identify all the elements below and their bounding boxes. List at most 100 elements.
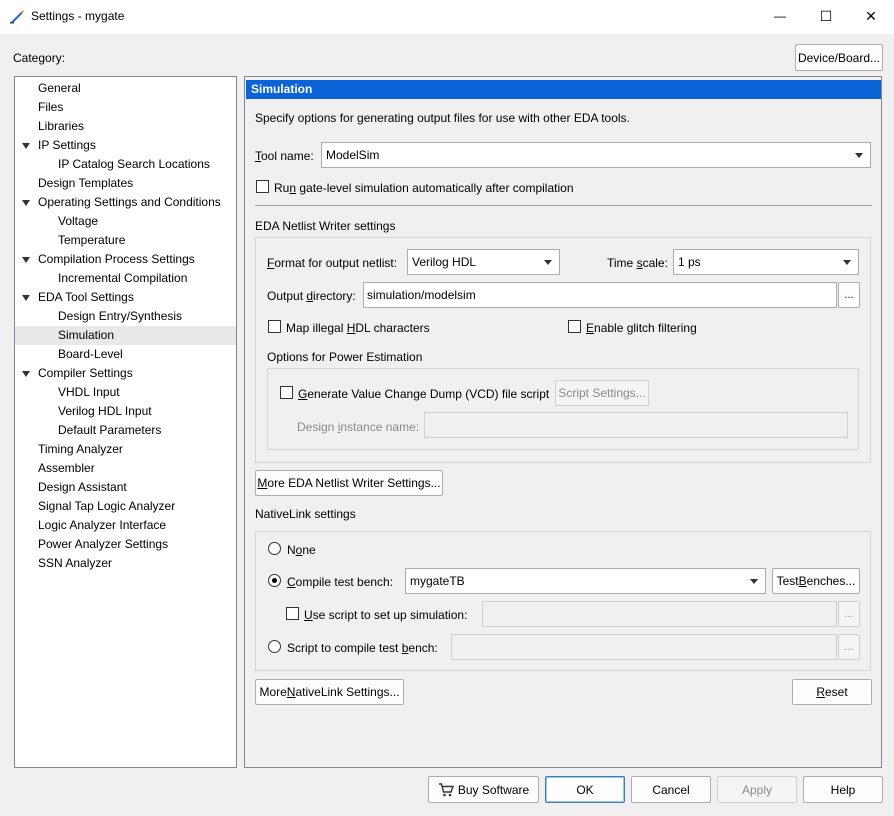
use-script-input[interactable]: [482, 601, 837, 627]
tree-item[interactable]: Design Entry/Synthesis: [15, 307, 236, 326]
tree-item[interactable]: Incremental Compilation: [15, 269, 236, 288]
tree-item[interactable]: Operating Settings and Conditions: [15, 193, 236, 212]
cancel-button[interactable]: Cancel: [631, 776, 711, 803]
more-nativelink-settings-button[interactable]: More NativeLink Settings...: [255, 679, 404, 705]
tree-item-label: Voltage: [58, 214, 99, 228]
tree-item-label: Temperature: [58, 233, 126, 247]
ok-button[interactable]: OK: [545, 776, 625, 803]
tree-item-label: IP Catalog Search Locations: [58, 157, 210, 171]
script-compile-radio[interactable]: [268, 640, 281, 653]
tree-item[interactable]: Power Analyzer Settings: [15, 535, 236, 554]
tool-name-value: ModelSim: [326, 148, 380, 162]
use-script-label: Use script to set up simulation:: [304, 608, 468, 622]
tree-item[interactable]: Board-Level: [15, 345, 236, 364]
expand-arrow-icon[interactable]: [22, 371, 30, 377]
close-button[interactable]: ✕: [848, 0, 894, 32]
time-scale-select[interactable]: 1 ps: [673, 249, 859, 275]
chevron-down-icon: [544, 260, 552, 265]
tree-item-label: Files: [38, 100, 64, 114]
none-radio[interactable]: [268, 542, 281, 555]
tree-item[interactable]: Temperature: [15, 231, 236, 250]
tree-item-label: Libraries: [38, 119, 85, 133]
tree-item[interactable]: Timing Analyzer: [15, 440, 236, 459]
chevron-down-icon: [843, 260, 851, 265]
enable-glitch-checkbox[interactable]: [568, 320, 581, 333]
test-bench-value: mygateTB: [410, 574, 465, 588]
expand-arrow-icon[interactable]: [22, 257, 30, 263]
tree-item[interactable]: Verilog HDL Input: [15, 402, 236, 421]
run-gate-level-checkbox[interactable]: [256, 180, 269, 193]
tree-item[interactable]: Design Templates: [15, 174, 236, 193]
tree-item-label: Compiler Settings: [38, 366, 133, 380]
power-estimation-title: Options for Power Estimation: [267, 350, 423, 364]
tree-item[interactable]: Assembler: [15, 459, 236, 478]
format-select[interactable]: Verilog HDL: [407, 249, 560, 275]
tree-item[interactable]: Signal Tap Logic Analyzer: [15, 497, 236, 516]
tree-item[interactable]: Simulation: [15, 326, 236, 345]
tree-item[interactable]: Voltage: [15, 212, 236, 231]
script-compile-input[interactable]: [451, 634, 837, 660]
output-directory-label: Output directory:: [267, 289, 356, 303]
test-benches-button[interactable]: Test Benches...: [772, 568, 860, 594]
design-instance-label: Design instance name:: [297, 420, 420, 434]
output-directory-browse-button[interactable]: ...: [838, 282, 860, 308]
tree-item[interactable]: Design Assistant: [15, 478, 236, 497]
tree-item[interactable]: Files: [15, 98, 236, 117]
use-script-checkbox[interactable]: [286, 607, 299, 620]
tree-item-label: Assembler: [38, 461, 95, 475]
device-board-button[interactable]: Device/Board...: [795, 44, 883, 71]
maximize-button[interactable]: ☐: [803, 0, 849, 32]
buy-software-label: Buy Software: [457, 782, 530, 797]
minimize-icon: —: [774, 9, 786, 23]
tree-item[interactable]: General: [15, 79, 236, 98]
tree-item[interactable]: Logic Analyzer Interface: [15, 516, 236, 535]
run-gate-level-label: Run gate-level simulation automatically …: [274, 181, 574, 195]
use-script-browse-button[interactable]: ...: [838, 601, 860, 627]
reset-button[interactable]: Reset: [792, 679, 872, 705]
tree-item-label: Default Parameters: [58, 423, 162, 437]
help-button[interactable]: Help: [803, 776, 883, 803]
time-scale-value: 1 ps: [678, 255, 701, 269]
tree-item[interactable]: Libraries: [15, 117, 236, 136]
tree-item[interactable]: IP Settings: [15, 136, 236, 155]
tree-item-label: Board-Level: [58, 347, 123, 361]
tree-item[interactable]: Compilation Process Settings: [15, 250, 236, 269]
apply-button[interactable]: Apply: [717, 776, 797, 803]
eda-netlist-title: EDA Netlist Writer settings: [255, 219, 396, 233]
tree-item-label: EDA Tool Settings: [38, 290, 134, 304]
tree-item-label: Compilation Process Settings: [38, 252, 195, 266]
tree-item[interactable]: Compiler Settings: [15, 364, 236, 383]
more-eda-settings-button[interactable]: More EDA Netlist Writer Settings...: [255, 470, 443, 496]
script-settings-button[interactable]: Script Settings...: [555, 380, 649, 406]
output-directory-input[interactable]: simulation/modelsim: [363, 282, 837, 308]
generate-vcd-checkbox[interactable]: [280, 386, 293, 399]
script-compile-browse-button[interactable]: ...: [838, 634, 860, 660]
chevron-down-icon: [855, 153, 863, 158]
map-illegal-hdl-checkbox[interactable]: [268, 320, 281, 333]
format-value: Verilog HDL: [412, 255, 477, 269]
none-label: None: [287, 543, 316, 557]
buy-software-button[interactable]: Buy Software: [428, 776, 539, 803]
tree-item[interactable]: VHDL Input: [15, 383, 236, 402]
map-illegal-hdl-label: Map illegal HDL characters: [286, 321, 430, 335]
design-instance-input[interactable]: [424, 412, 848, 438]
panel-header: Simulation: [246, 80, 881, 99]
tree-item-label: Simulation: [58, 328, 115, 342]
compile-test-bench-label: Compile test bench:: [287, 575, 394, 589]
expand-arrow-icon[interactable]: [22, 295, 30, 301]
expand-arrow-icon[interactable]: [22, 200, 30, 206]
tool-name-label: Tool name:: [255, 149, 314, 163]
minimize-button[interactable]: —: [757, 0, 803, 32]
generate-vcd-label: Generate Value Change Dump (VCD) file sc…: [298, 387, 550, 401]
compile-test-bench-radio[interactable]: [268, 574, 281, 587]
tool-name-select[interactable]: ModelSim: [321, 142, 871, 168]
tree-item-label: Verilog HDL Input: [58, 404, 152, 418]
tree-item[interactable]: SSN Analyzer: [15, 554, 236, 573]
test-bench-select[interactable]: mygateTB: [405, 568, 766, 594]
expand-arrow-icon[interactable]: [22, 143, 30, 149]
format-label: Format for output netlist:: [267, 256, 398, 270]
tree-item[interactable]: Default Parameters: [15, 421, 236, 440]
tree-item-label: General: [38, 81, 81, 95]
tree-item[interactable]: IP Catalog Search Locations: [15, 155, 236, 174]
tree-item[interactable]: EDA Tool Settings: [15, 288, 236, 307]
